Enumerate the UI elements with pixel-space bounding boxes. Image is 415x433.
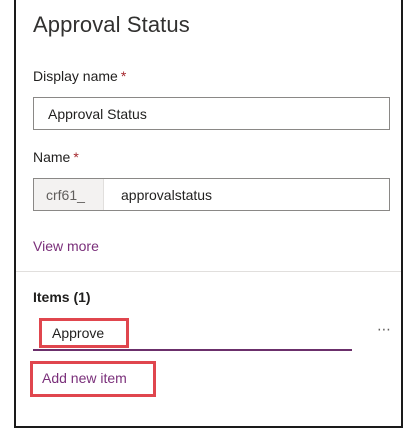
item-input-row[interactable]: Approve: [33, 316, 352, 351]
name-label-text: Name: [33, 149, 71, 165]
display-name-input[interactable]: Approval Status: [33, 97, 390, 130]
more-horizontal-icon[interactable]: ⋯: [374, 321, 394, 337]
add-new-item-link[interactable]: Add new item: [42, 370, 127, 386]
display-name-value: Approval Status: [48, 105, 147, 122]
display-name-label: Display name *: [33, 68, 126, 84]
item-value: Approve: [52, 325, 105, 341]
name-label: Name *: [33, 149, 79, 165]
display-name-label-text: Display name: [33, 68, 118, 84]
view-more-link[interactable]: View more: [33, 238, 99, 254]
publisher-prefix: crf61_: [34, 179, 104, 210]
name-input[interactable]: crf61_ approvalstatus: [33, 178, 390, 211]
items-heading: Items (1): [33, 289, 91, 305]
name-value: approvalstatus: [121, 186, 213, 203]
item-input[interactable]: Approve: [39, 318, 129, 348]
required-mark: *: [120, 68, 127, 84]
section-divider: [16, 271, 401, 272]
panel-title: Approval Status: [33, 12, 190, 37]
option-set-panel: Approval Status Display name * Approval S…: [14, 0, 403, 428]
required-mark: *: [73, 149, 79, 165]
